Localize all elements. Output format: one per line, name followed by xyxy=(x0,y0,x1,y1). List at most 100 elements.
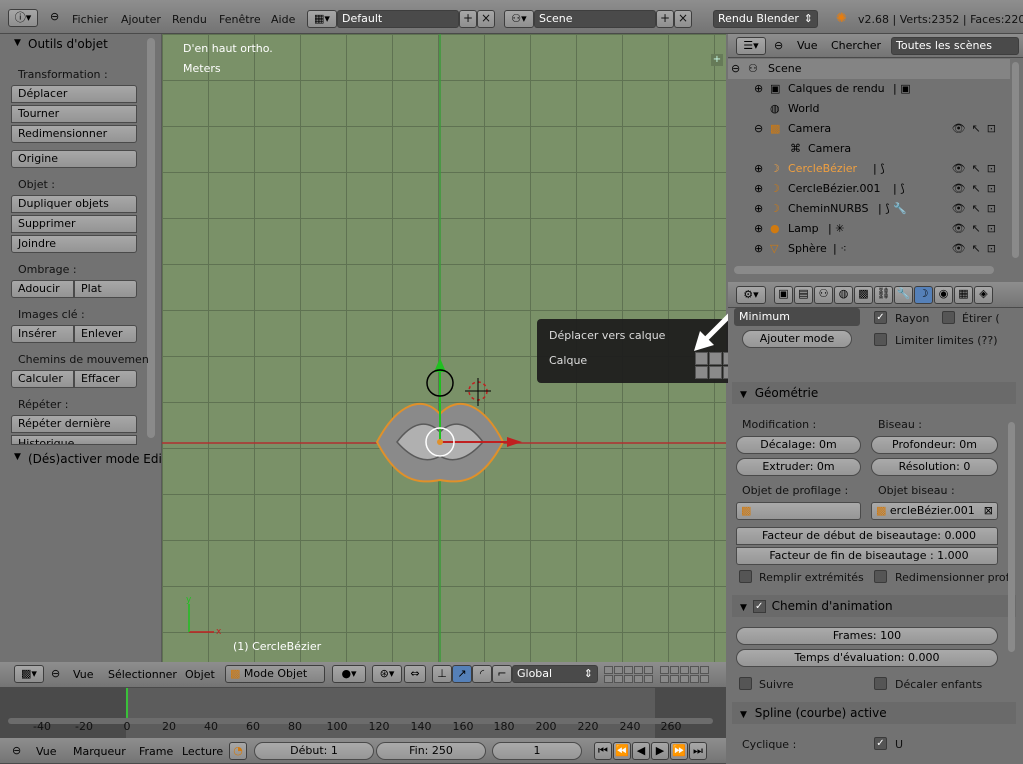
collapse-icon[interactable]: ⊖ xyxy=(50,10,59,23)
world-tab-icon[interactable]: ◍ xyxy=(834,286,853,304)
layout-dropdown[interactable]: Default xyxy=(337,10,459,28)
layer-cell[interactable] xyxy=(604,666,613,674)
dupliquer-button[interactable]: Dupliquer objets xyxy=(11,195,137,213)
layer-cell[interactable] xyxy=(614,675,623,683)
temps-eval-field[interactable]: Temps d'évaluation: 0.000 xyxy=(736,649,998,667)
repeter-derniere-button[interactable]: Répéter dernière xyxy=(11,415,137,433)
spline-section-header[interactable]: ▼ Spline (courbe) active xyxy=(732,702,1016,724)
physics-tab-icon[interactable]: ◈ xyxy=(974,286,993,304)
adoucir-button[interactable]: Adoucir xyxy=(11,280,74,298)
collapse-icon[interactable]: ⊖ xyxy=(12,744,21,757)
deplacer-button[interactable]: Déplacer xyxy=(11,85,137,103)
layer-cell[interactable] xyxy=(695,366,708,379)
render-engine-dropdown[interactable]: Rendu Blender ⇕ xyxy=(713,10,818,28)
joindre-button[interactable]: Joindre xyxy=(11,235,137,253)
layer-cell[interactable] xyxy=(700,666,709,674)
layer-cell[interactable] xyxy=(624,666,633,674)
layer-cell[interactable] xyxy=(700,675,709,683)
menu-rendu[interactable]: Rendu xyxy=(172,13,207,26)
property-tabs[interactable]: ▣ ▤ ⚇ ◍ ▩ ⛓ 🔧 ☽ ◉ ▦ ◈ xyxy=(774,286,994,304)
enlever-button[interactable]: Enlever xyxy=(74,325,137,343)
texture-tab-icon[interactable]: ▦ xyxy=(954,286,973,304)
menu-fichier[interactable]: Fichier xyxy=(72,13,108,26)
outliner-chercher[interactable]: Chercher xyxy=(831,39,881,52)
visibility-icons[interactable]: 👁↖⊡ xyxy=(952,119,1002,139)
modifiers-tab-icon[interactable]: 🔧 xyxy=(894,286,913,304)
fin-field[interactable]: Fin: 250 xyxy=(376,742,486,760)
layer-cell[interactable] xyxy=(690,675,699,683)
play-reverse-icon[interactable]: ◀ xyxy=(632,742,650,760)
visibility-icons[interactable]: 👁↖⊡ xyxy=(952,239,1002,259)
outliner-row-cheminnurbs[interactable]: ⊕ ☽ CheminNURBS | ⟆ 🔧 👁↖⊡ xyxy=(728,199,1010,219)
scale-manip-icon[interactable]: ⌐ xyxy=(492,665,512,683)
layer-cell[interactable] xyxy=(660,666,669,674)
facteur-fin-field[interactable]: Facteur de fin de biseautage : 1.000 xyxy=(736,547,998,565)
layout-add-button[interactable]: + xyxy=(459,10,477,28)
menu-ajouter[interactable]: Ajouter xyxy=(121,13,161,26)
outliner-row-scene[interactable]: ⊖ ⚇ Scene xyxy=(728,59,1010,79)
expand-icon[interactable]: ⊕ xyxy=(754,239,763,259)
layer-cell[interactable] xyxy=(634,666,643,674)
material-tab-icon[interactable]: ◉ xyxy=(934,286,953,304)
mode-dropdown[interactable]: ▩ Mode Objet xyxy=(225,665,325,683)
chemin-anim-section-header[interactable]: ▼ ✓ Chemin d'animation xyxy=(732,595,1016,617)
jump-start-icon[interactable]: ⏮ xyxy=(594,742,612,760)
toggle-edit-row[interactable]: ▼ (Dés)activer mode Edit xyxy=(0,446,167,470)
suivre-checkbox[interactable] xyxy=(739,677,752,690)
extruder-field[interactable]: Extruder: 0m xyxy=(736,458,861,476)
current-frame-field[interactable]: 1 xyxy=(492,742,582,760)
expand-icon[interactable]: ⊕ xyxy=(754,179,763,199)
prev-key-icon[interactable]: ⏪ xyxy=(613,742,631,760)
cyclique-u-checkbox[interactable]: ✓ xyxy=(874,737,887,750)
layout-icon[interactable]: ▦▾ xyxy=(307,10,337,28)
tourner-button[interactable]: Tourner xyxy=(11,105,137,123)
rotate-manip-icon[interactable]: ◜ xyxy=(472,665,492,683)
chemin-anim-checkbox[interactable]: ✓ xyxy=(752,600,766,613)
constraints-tab-icon[interactable]: ⛓ xyxy=(874,286,893,304)
redimensionner-button[interactable]: Redimensionner xyxy=(11,125,137,143)
outliner-row-camera[interactable]: ⊖ ▩ Camera 👁↖⊡ xyxy=(728,119,1010,139)
layer-cell[interactable] xyxy=(604,675,613,683)
historique-button[interactable]: Historique... xyxy=(11,435,137,445)
preview-range-icon[interactable]: ◔ xyxy=(229,742,247,760)
render-tab-icon[interactable]: ▣ xyxy=(774,286,793,304)
shading-dropdown[interactable]: ●▾ xyxy=(332,665,366,683)
vh-selectionner[interactable]: Sélectionner xyxy=(108,668,177,681)
outliner-editor-icon[interactable]: ☰▾ xyxy=(736,37,766,55)
frames-field[interactable]: Frames: 100 xyxy=(736,627,998,645)
profondeur-field[interactable]: Profondeur: 0m xyxy=(871,436,998,454)
collapse-icon[interactable]: ⊖ xyxy=(51,667,60,680)
translate-manip-icon[interactable]: ⊥ xyxy=(432,665,452,683)
outliner-row-calques[interactable]: ⊕ ▣ Calques de rendu | ▣ xyxy=(728,79,1010,99)
minimum-dropdown[interactable]: Minimum xyxy=(734,308,860,326)
objet-biseau-field[interactable]: ▩ ercleBézier.001 ⊠ xyxy=(871,502,998,520)
layer-cell[interactable] xyxy=(614,666,623,674)
limiter-checkbox[interactable] xyxy=(874,333,887,346)
layer-cell[interactable] xyxy=(680,675,689,683)
info-editor-icon[interactable]: ⓘ▾ xyxy=(8,9,38,27)
expand-icon[interactable]: ⊕ xyxy=(754,219,763,239)
inserer-button[interactable]: Insérer xyxy=(11,325,74,343)
vh-vue[interactable]: Vue xyxy=(73,668,94,681)
properties-editor-icon[interactable]: ⚙▾ xyxy=(736,286,766,304)
vh-objet[interactable]: Objet xyxy=(185,668,215,681)
tl-vue[interactable]: Vue xyxy=(36,745,57,758)
expand-icon[interactable]: ⊕ xyxy=(754,79,763,99)
decalage-field[interactable]: Décalage: 0m xyxy=(736,436,861,454)
tools-scrollbar[interactable] xyxy=(147,38,155,438)
scene-close-button[interactable]: × xyxy=(674,10,692,28)
layer-cell[interactable] xyxy=(644,666,653,674)
collapse-icon[interactable]: ⊖ xyxy=(754,119,763,139)
scene-add-button[interactable]: + xyxy=(656,10,674,28)
expand-arrow-icon[interactable]: ▼ xyxy=(14,38,21,48)
curve-data-tab-icon[interactable]: ☽ xyxy=(914,286,933,304)
plat-button[interactable]: Plat xyxy=(74,280,137,298)
translate-arrow-icon[interactable]: ↗ xyxy=(452,665,472,683)
layer-cell[interactable] xyxy=(670,675,679,683)
play-icon[interactable]: ▶ xyxy=(651,742,669,760)
menu-aide[interactable]: Aide xyxy=(271,13,295,26)
pivot-dropdown[interactable]: ⊛▾ xyxy=(372,665,402,683)
facteur-debut-field[interactable]: Facteur de début de biseautage: 0.000 xyxy=(736,527,998,545)
resolution-field[interactable]: Résolution: 0 xyxy=(871,458,998,476)
rayon-checkbox[interactable]: ✓ xyxy=(874,311,887,324)
